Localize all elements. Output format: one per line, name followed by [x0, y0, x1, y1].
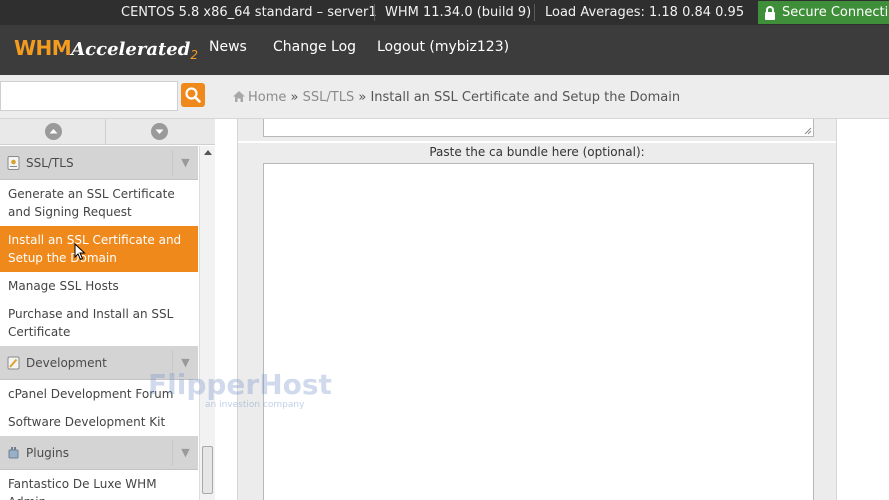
logo-accelerated: Accelerated [71, 39, 191, 60]
breadcrumb: Home » SSL/TLS » Install an SSL Certific… [232, 90, 680, 105]
scrollbar-thumb[interactable] [202, 446, 213, 494]
whm-version: WHM 11.34.0 (build 9) [385, 5, 532, 20]
scroll-up-icon [45, 123, 62, 140]
plugin-icon [8, 447, 19, 459]
server-info: CENTOS 5.8 x86_64 standard – server1 [121, 5, 377, 20]
sidebar: SSL/TLS ▼ Generate an SSL Certificate an… [0, 119, 215, 500]
sidebar-scroll-up-button[interactable] [0, 119, 107, 145]
lock-icon [765, 6, 775, 20]
ca-bundle-textarea[interactable] [263, 163, 814, 500]
search-icon [185, 87, 201, 103]
home-icon [233, 91, 245, 102]
scrollbar-up-arrow-icon[interactable] [204, 150, 212, 155]
search-input[interactable] [0, 81, 178, 111]
section-title: Development [26, 356, 107, 370]
breadcrumb-ssl-tls[interactable]: SSL/TLS [303, 90, 355, 105]
logo-version: 2 [190, 48, 198, 63]
section-title: Plugins [26, 446, 69, 460]
scroll-controls-divider [105, 119, 106, 145]
sidebar-scroll-controls [0, 119, 215, 145]
development-icon [7, 356, 20, 370]
sidebar-scroll-down-button[interactable] [107, 119, 214, 145]
load-averages: Load Averages: 1.18 0.84 0.95 [545, 5, 745, 20]
breadcrumb-separator: » [358, 90, 367, 105]
sidebar-item-sdk[interactable]: Software Development Kit [0, 408, 198, 436]
status-divider [374, 4, 375, 21]
sidebar-section-plugins[interactable]: Plugins ▼ [0, 436, 198, 470]
search-breadcrumb-bar: Home » SSL/TLS » Install an SSL Certific… [0, 75, 889, 119]
header: WHMAccelerated2 News Change Log Logout (… [0, 25, 889, 75]
resize-grip-icon[interactable] [804, 127, 812, 135]
breadcrumb-separator: » [290, 90, 299, 105]
secure-connection-label: Secure Connection [782, 5, 889, 20]
certificate-key-textarea[interactable] [263, 119, 814, 137]
nav-news[interactable]: News [209, 39, 247, 55]
sidebar-item-purchase-ssl[interactable]: Purchase and Install an SSL Certificate [0, 300, 198, 346]
certificate-icon [7, 156, 20, 170]
status-divider [534, 4, 535, 21]
watermark-tagline: an investion company [205, 400, 305, 410]
secure-connection-badge[interactable]: Secure Connection [758, 1, 889, 24]
collapse-chevron-icon[interactable]: ▼ [172, 440, 198, 466]
sidebar-item-fantastico[interactable]: Fantastico De Luxe WHM Admin [0, 470, 198, 500]
nav-change-log[interactable]: Change Log [273, 39, 356, 55]
sidebar-section-ssl-tls[interactable]: SSL/TLS ▼ [0, 146, 198, 180]
scroll-down-icon [151, 123, 168, 140]
breadcrumb-current: Install an SSL Certificate and Setup the… [370, 90, 681, 105]
search-button[interactable] [181, 83, 205, 107]
sidebar-scrollbar[interactable] [199, 146, 215, 500]
section-divider [238, 141, 836, 143]
ca-bundle-label: Paste the ca bundle here (optional): [429, 145, 645, 159]
whm-logo[interactable]: WHMAccelerated2 [14, 36, 198, 66]
mouse-cursor-icon [74, 243, 86, 261]
collapse-chevron-icon[interactable]: ▼ [172, 150, 198, 176]
logo-whm: WHM [14, 36, 72, 60]
status-bar: CENTOS 5.8 x86_64 standard – server1 WHM… [0, 0, 889, 25]
main-content: Paste the ca bundle here (optional): [215, 119, 889, 500]
ssl-install-form: Paste the ca bundle here (optional): [237, 119, 837, 500]
section-title: SSL/TLS [26, 156, 74, 170]
sidebar-menu: SSL/TLS ▼ Generate an SSL Certificate an… [0, 146, 198, 500]
sidebar-item-generate-ssl[interactable]: Generate an SSL Certificate and Signing … [0, 180, 198, 226]
nav-logout[interactable]: Logout (mybiz123) [377, 39, 509, 55]
sidebar-item-manage-ssl-hosts[interactable]: Manage SSL Hosts [0, 272, 198, 300]
breadcrumb-home[interactable]: Home [248, 90, 286, 105]
sidebar-item-install-ssl[interactable]: Install an SSL Certificate and Setup the… [0, 226, 198, 272]
watermark-brand: FlipperHost [148, 368, 332, 401]
